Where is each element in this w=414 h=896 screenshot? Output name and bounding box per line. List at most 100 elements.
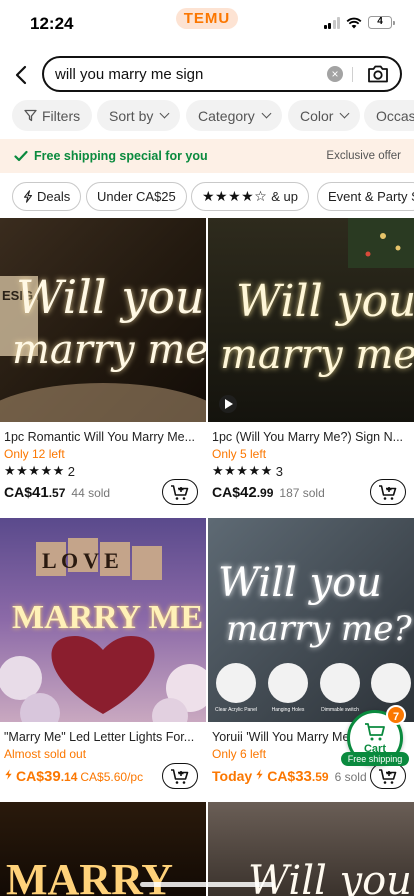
unit-price: CA$5.60/pc [80, 770, 144, 784]
sold-count: 187 sold [279, 486, 325, 500]
free-shipping-message: Free shipping special for you [14, 149, 208, 163]
star-rating-icon: ★★★★★ [212, 463, 273, 478]
add-cart-icon [171, 484, 189, 500]
neon-text-line2: marry me? [226, 609, 412, 649]
product-price: CA$39.14 CA$5.60/pc [4, 768, 143, 785]
wifi-icon [346, 17, 362, 28]
product-rating: ★★★★★ 3 [212, 463, 283, 479]
sold-count: 44 sold [71, 486, 111, 500]
love-letters: L O V E [42, 548, 119, 573]
checkmark-icon [14, 150, 28, 162]
stock-status: Almost sold out [4, 747, 87, 761]
stock-status: Only 5 left [212, 447, 267, 461]
event-party-chip[interactable]: Event & Party S [317, 182, 414, 211]
signal-icon [323, 16, 340, 29]
filter-bar: Filters Sort by Category Color Occas [0, 100, 414, 132]
neon-text-line2: marry me? [220, 332, 414, 378]
product-title[interactable]: "Marry Me" Led Letter Lights For... [4, 730, 202, 744]
rating-chip[interactable]: ★★★★☆ & up [191, 182, 310, 211]
sort-by-label: Sort by [109, 107, 154, 124]
search-input[interactable]: will you marry me sign × [42, 56, 402, 92]
category-dropdown[interactable]: Category [186, 100, 282, 131]
occasion-label: Occas [376, 107, 414, 124]
price-cents: .57 [48, 486, 66, 500]
camera-icon[interactable] [367, 64, 389, 84]
under-25-chip[interactable]: Under CA$25 [86, 182, 187, 211]
color-dropdown[interactable]: Color [288, 100, 361, 131]
sold-count: 6 sold [334, 770, 367, 784]
marry-me-letters: MARRY ME [12, 599, 203, 636]
price-cents: .14 [60, 770, 78, 784]
review-count: 2 [67, 463, 76, 479]
quick-filter-bar: Deals Under CA$25 ★★★★☆ & up Event & Par… [0, 182, 414, 212]
free-shipping-banner[interactable]: Free shipping special for you Exclusive … [0, 139, 414, 173]
deals-label: Deals [37, 189, 71, 204]
star-rating-icon: ★★★★★ [4, 463, 65, 478]
cart-count-badge: 7 [386, 705, 406, 725]
price-currency: CA$ [212, 484, 241, 500]
price-main: 42 [240, 484, 257, 501]
review-count: 3 [275, 463, 284, 479]
price-main: 41 [32, 484, 49, 501]
clear-icon[interactable]: × [327, 66, 343, 82]
sort-by-dropdown[interactable]: Sort by [97, 100, 181, 131]
lightning-icon [256, 769, 263, 780]
price-main: 33 [295, 768, 312, 785]
add-to-cart-button[interactable] [162, 763, 198, 789]
svg-text:Clear Acrylic Panel: Clear Acrylic Panel [215, 707, 257, 713]
product-price: CA$41.57 44 sold [4, 484, 110, 501]
neon-text-line1: Will you [248, 858, 412, 896]
product-card[interactable]: Will you marry me? Will you marry me? 1p… [208, 218, 414, 508]
chevron-down-icon [261, 108, 272, 119]
product-image[interactable]: Will you marry me? Will you marry me? Cl… [208, 518, 414, 722]
price-main: 39 [44, 768, 61, 785]
product-price: CA$42.99 187 sold [212, 484, 325, 501]
free-shipping-text: Free shipping special for you [34, 149, 208, 163]
add-to-cart-button[interactable] [370, 763, 406, 789]
free-shipping-pill: Free shipping [341, 752, 409, 766]
funnel-icon [24, 109, 37, 122]
deals-chip[interactable]: Deals [12, 182, 82, 211]
price-prefix: Today [212, 768, 253, 784]
add-to-cart-button[interactable] [370, 479, 406, 505]
product-image[interactable]: ESIG DEAR Will you marry me? Will you ma… [0, 218, 206, 422]
status-bar: 12:24 TEMU 4 [0, 0, 414, 44]
rating-chip-label: & up [271, 189, 299, 204]
product-title[interactable]: 1pc Romantic Will You Marry Me... [4, 430, 202, 444]
temu-logo[interactable]: TEMU [176, 8, 238, 29]
under-25-label: Under CA$25 [97, 189, 176, 204]
exclusive-offer-text: Exclusive offer [326, 150, 401, 162]
search-divider [352, 67, 353, 82]
svg-text:Dimmable switch: Dimmable switch [321, 707, 359, 713]
neon-text-line2: marry me? [12, 327, 206, 373]
back-button[interactable] [10, 62, 32, 88]
lightning-icon [5, 769, 12, 780]
stock-status: Only 12 left [4, 447, 65, 461]
home-indicator [140, 882, 274, 887]
filters-label: Filters [42, 107, 81, 124]
color-label: Color [300, 107, 334, 124]
lightning-icon [23, 190, 33, 203]
chevron-left-icon [15, 65, 27, 85]
product-image[interactable]: Will you marry me? Will you marry me? [208, 218, 414, 422]
cart-icon [365, 723, 385, 741]
product-card[interactable]: L O V E MARRY ME MARRY ME "Marry Me" Led… [0, 518, 206, 798]
product-title[interactable]: 1pc (Will You Marry Me?) Sign N... [212, 430, 410, 444]
search-query: will you marry me sign [55, 66, 204, 83]
status-icons: 4 [323, 16, 395, 29]
price-currency: CA$ [267, 768, 296, 784]
marry-letters: MARRY [6, 855, 173, 896]
product-image[interactable]: L O V E MARRY ME MARRY ME [0, 518, 206, 722]
price-currency: CA$ [4, 484, 33, 500]
chevron-down-icon [159, 108, 170, 119]
neon-text-line1: Will you [218, 560, 382, 606]
add-cart-icon [171, 768, 189, 784]
occasion-dropdown[interactable]: Occas [364, 100, 414, 131]
chevron-down-icon [340, 108, 350, 119]
filters-button[interactable]: Filters [12, 100, 93, 131]
add-to-cart-button[interactable] [162, 479, 198, 505]
product-card[interactable]: ESIG DEAR Will you marry me? Will you ma… [0, 218, 206, 508]
svg-text:Hanging Holes: Hanging Holes [272, 707, 305, 713]
product-price: Today CA$33.59 6 sold [212, 768, 367, 785]
price-cents: .99 [256, 486, 274, 500]
